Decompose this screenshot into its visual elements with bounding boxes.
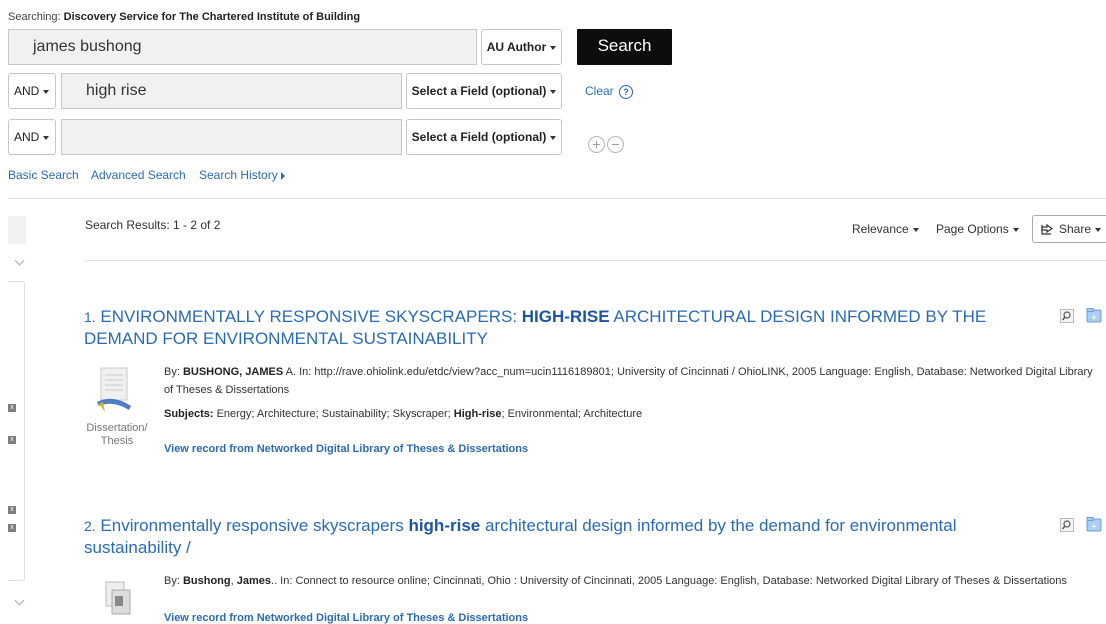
- caret-down-icon: [550, 135, 557, 140]
- results-summary: Search Results: 1 - 2 of 2: [85, 218, 221, 232]
- clear-link[interactable]: Clear ?: [585, 84, 634, 99]
- search-input-1[interactable]: james bushong: [8, 29, 477, 65]
- search-input-3[interactable]: [61, 119, 402, 155]
- electronic-resource-icon: [105, 581, 131, 615]
- field-select-2[interactable]: Select a Field (optional): [406, 73, 562, 109]
- divider: [8, 198, 1106, 199]
- share-icon: [1041, 224, 1054, 235]
- doc-type-label: Dissertation/ Thesis: [86, 422, 148, 447]
- result-meta: By: Bushong, James.. In: Connect to reso…: [164, 575, 1067, 587]
- add-row-icon[interactable]: +: [588, 136, 605, 153]
- chevron-down-icon[interactable]: [14, 595, 25, 606]
- sidebar-facet-panel: [8, 281, 25, 581]
- svg-text:+: +: [1090, 522, 1098, 532]
- field-select-3[interactable]: Select a Field (optional): [406, 119, 562, 155]
- triangle-right-icon: [281, 171, 286, 180]
- add-to-folder-icon[interactable]: +: [1086, 307, 1102, 323]
- caret-down-icon: [43, 135, 50, 140]
- remove-facet-icon[interactable]: x: [8, 524, 16, 532]
- advanced-search-link[interactable]: Advanced Search: [91, 168, 186, 182]
- result-title-link[interactable]: 2. Environmentally responsive skyscraper…: [84, 515, 1024, 558]
- relevance-sort[interactable]: Relevance: [852, 222, 919, 236]
- field-select-1[interactable]: AU Author: [481, 29, 562, 65]
- page-options-menu[interactable]: Page Options: [936, 222, 1019, 236]
- preview-magnifier-icon[interactable]: [1060, 518, 1074, 532]
- caret-down-icon: [1012, 227, 1019, 232]
- search-history-link[interactable]: Search History: [199, 168, 286, 182]
- view-record-link[interactable]: View record from Networked Digital Libra…: [164, 612, 528, 624]
- result-title-link[interactable]: 1. ENVIRONMENTALLY RESPONSIVE SKYSCRAPER…: [84, 306, 1024, 349]
- preview-magnifier-icon[interactable]: [1060, 309, 1074, 323]
- search-target: Discovery Service for The Chartered Inst…: [63, 11, 361, 23]
- search-button[interactable]: Search: [577, 29, 672, 65]
- caret-down-icon: [912, 227, 919, 232]
- caret-down-icon: [550, 89, 557, 94]
- search-input-2[interactable]: high rise: [61, 73, 402, 109]
- result-meta: By: BUSHONG, JAMES A. In: http://rave.oh…: [164, 366, 1093, 396]
- sidebar-panel: [8, 216, 26, 244]
- remove-facet-icon[interactable]: x: [8, 506, 16, 514]
- svg-text:+: +: [1090, 313, 1098, 323]
- chevron-down-icon[interactable]: [14, 255, 25, 266]
- view-record-link[interactable]: View record from Networked Digital Libra…: [164, 443, 528, 455]
- bool-select-2[interactable]: AND: [8, 73, 56, 109]
- help-icon[interactable]: ?: [619, 84, 634, 99]
- result-subjects: Subjects: Energy; Architecture; Sustaina…: [164, 408, 643, 420]
- searching-label: Searching: Discovery Service for The Cha…: [8, 11, 361, 23]
- remove-facet-icon[interactable]: x: [8, 436, 16, 444]
- bool-select-3[interactable]: AND: [8, 119, 56, 155]
- caret-down-icon: [43, 89, 50, 94]
- remove-facet-icon[interactable]: x: [8, 404, 16, 412]
- divider: [85, 260, 1106, 261]
- caret-down-icon: [1095, 227, 1102, 232]
- remove-row-icon[interactable]: −: [607, 136, 624, 153]
- basic-search-link[interactable]: Basic Search: [8, 168, 79, 182]
- add-to-folder-icon[interactable]: +: [1086, 516, 1102, 532]
- dissertation-thesis-icon: [97, 367, 131, 412]
- share-button[interactable]: Share: [1032, 215, 1106, 243]
- caret-down-icon: [550, 45, 557, 50]
